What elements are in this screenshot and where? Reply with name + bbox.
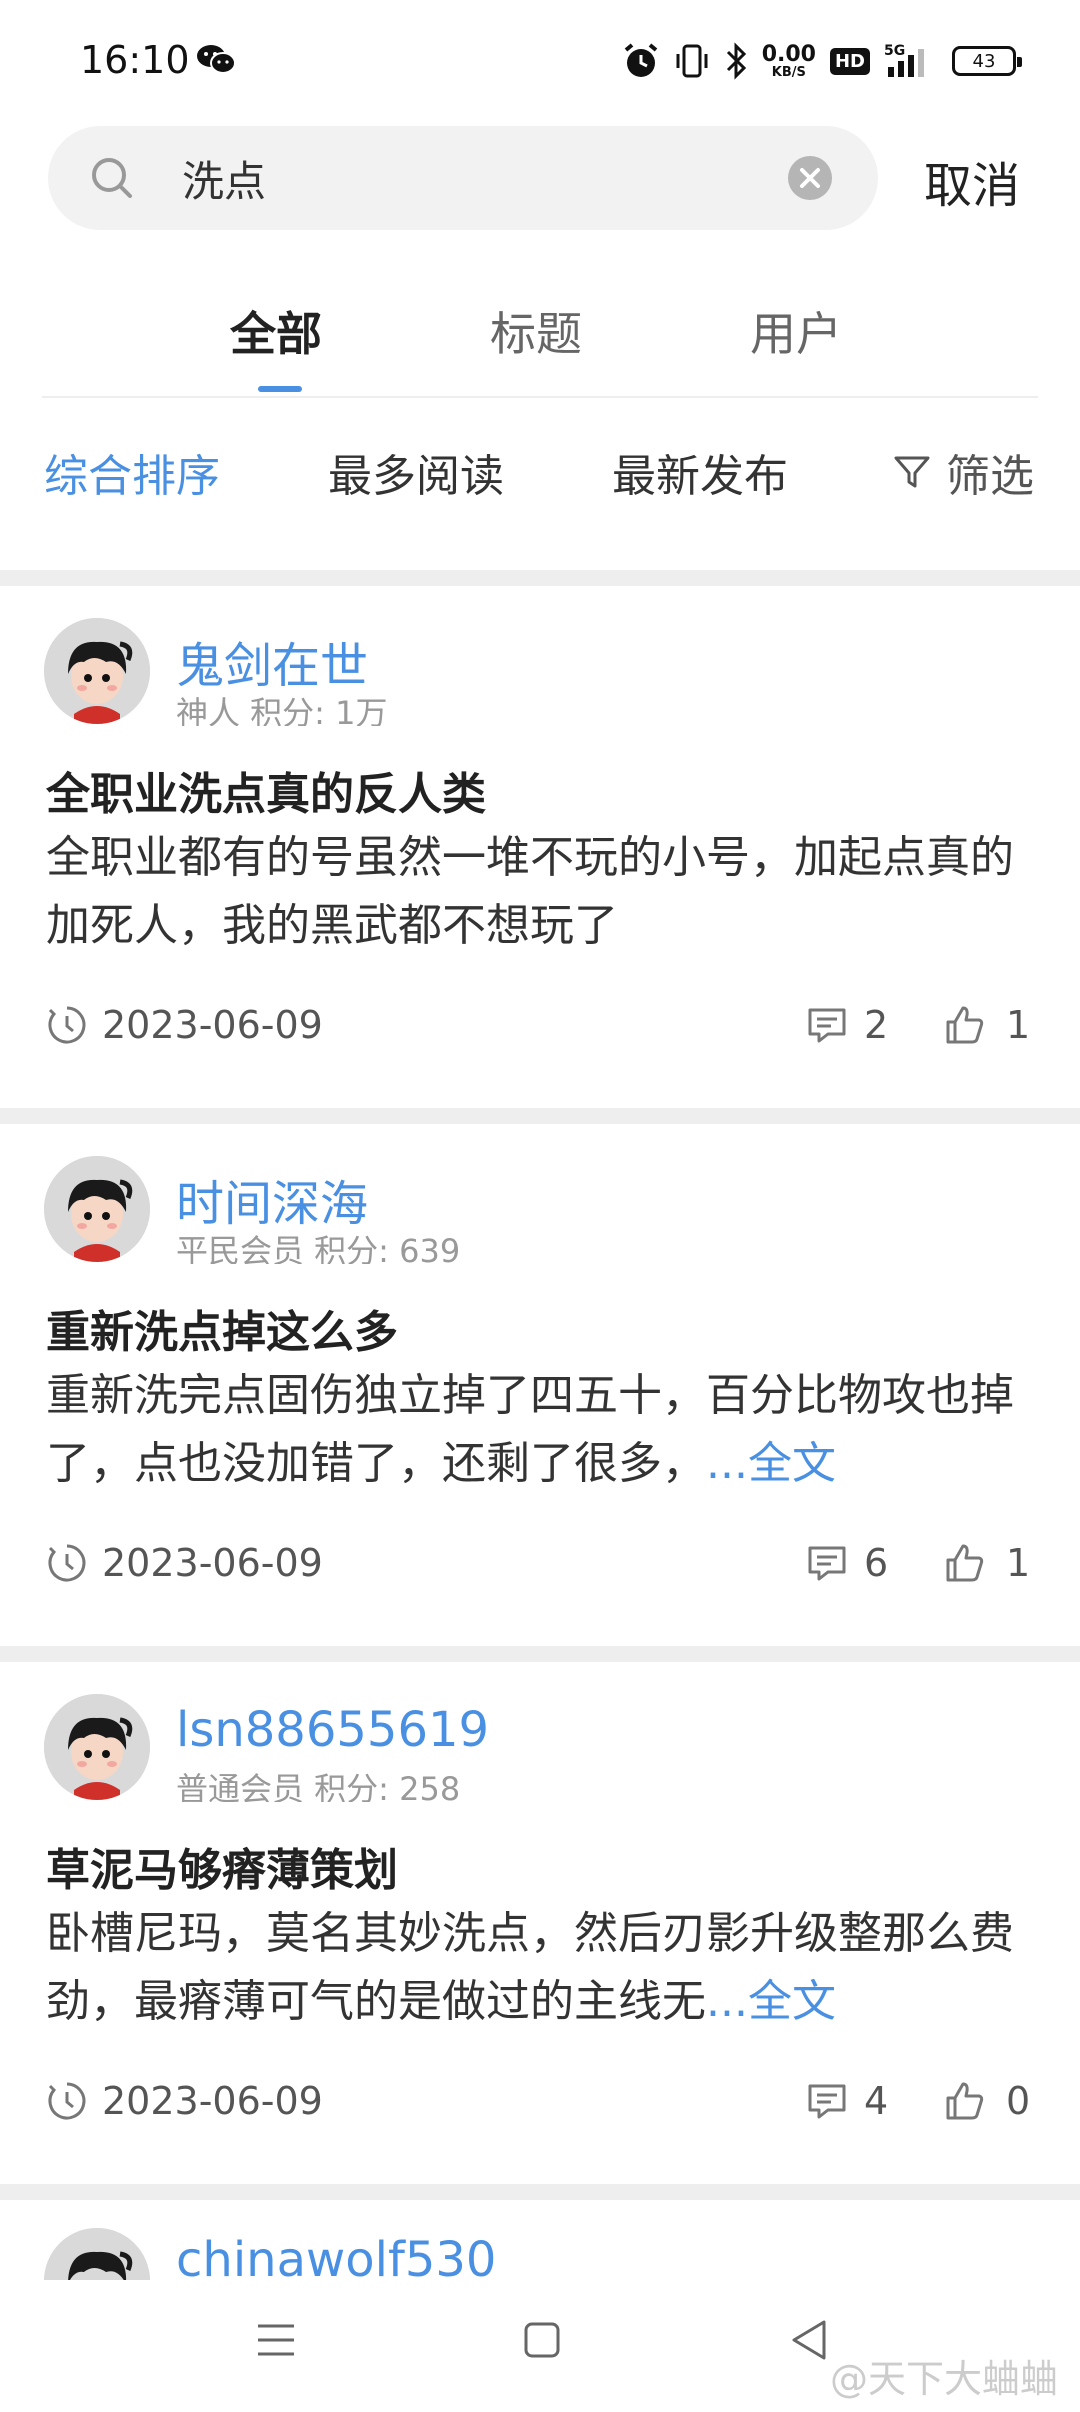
username[interactable]: lsn88655619 — [176, 1702, 489, 1758]
sort-bar: 综合排序 最多阅读 最新发布 筛选 — [0, 440, 1080, 510]
post-date: 2023-06-09 — [46, 1541, 323, 1585]
post-excerpt[interactable]: 全职业都有的号虽然一堆不玩的小号，加起点真的加死人，我的黑武都不想玩了 — [46, 824, 1026, 960]
post-card[interactable]: 时间深海 平民会员 积分: 639 重新洗点掉这么多 重新洗完点固伤独立掉了四五… — [0, 1126, 1080, 1646]
date-text: 2023-06-09 — [102, 1541, 323, 1585]
thumbs-up-icon — [946, 1006, 984, 1044]
username[interactable]: 时间深海 — [176, 1164, 368, 1234]
post-title[interactable]: 重新洗点掉这么多 — [46, 1296, 398, 1360]
comment-number: 4 — [864, 2079, 889, 2123]
thumbs-up-icon — [946, 1544, 984, 1582]
svg-text:5G: 5G — [884, 43, 905, 59]
sort-most-read[interactable]: 最多阅读 — [328, 440, 504, 504]
comment-number: 6 — [864, 1541, 889, 1585]
filter-icon — [894, 456, 930, 488]
avatar[interactable] — [44, 618, 150, 724]
thumbs-up-icon — [946, 2082, 984, 2120]
username[interactable]: 鬼剑在世 — [176, 626, 368, 696]
like-count[interactable]: 0 — [944, 2079, 1030, 2123]
excerpt-text: 重新洗完点固伤独立掉了四五十，百分比物攻也掉了，点也没加错了，还剩了很多， — [46, 1370, 1014, 1489]
comment-number: 2 — [864, 1003, 889, 1047]
read-full-link[interactable]: ...全文 — [706, 1976, 836, 2027]
menu-icon[interactable] — [246, 2310, 306, 2370]
search-icon — [92, 158, 132, 198]
comment-icon — [808, 1008, 846, 1043]
avatar[interactable] — [44, 1156, 150, 1262]
battery-icon: 43 — [952, 46, 1022, 76]
comment-icon — [808, 2084, 846, 2119]
tab-all[interactable]: 全部 — [230, 298, 322, 364]
like-count[interactable]: 1 — [944, 1541, 1030, 1585]
tab-user[interactable]: 用户 — [750, 298, 842, 364]
comment-icon — [808, 1546, 846, 1581]
tab-title[interactable]: 标题 — [490, 298, 582, 364]
clock-icon — [48, 2082, 86, 2120]
filter-button[interactable]: 筛选 — [892, 440, 1034, 504]
post-title[interactable]: 全职业洗点真的反人类 — [46, 758, 486, 822]
comment-count[interactable]: 6 — [806, 1541, 888, 1585]
like-count[interactable]: 1 — [944, 1003, 1030, 1047]
post-excerpt[interactable]: 卧槽尼玛，莫名其妙洗点，然后刃影升级整那么费劲，最瘠薄可气的是做过的主线无...… — [46, 1900, 1026, 2036]
alarm-icon — [624, 43, 657, 77]
signal-icon: 5G — [884, 43, 924, 77]
tab-active-indicator — [258, 386, 302, 392]
user-rank-points: 神人 积分: 1万 — [176, 694, 388, 726]
excerpt-text: 全职业都有的号虽然一堆不玩的小号，加起点真的加死人，我的黑武都不想玩了 — [46, 832, 1014, 951]
username[interactable]: chinawolf530 — [176, 2232, 496, 2280]
sort-comprehensive[interactable]: 综合排序 — [44, 440, 220, 504]
battery-level: 43 — [972, 50, 996, 72]
date-text: 2023-06-09 — [102, 2079, 323, 2123]
section-separator — [0, 2184, 1080, 2200]
post-card[interactable]: lsn88655619 普通会员 积分: 258 草泥马够瘠薄策划 卧槽尼玛，莫… — [0, 1664, 1080, 2184]
filter-label: 筛选 — [946, 451, 1034, 502]
home-icon[interactable] — [512, 2310, 572, 2370]
post-meta: 2023-06-09 6 1 — [46, 1541, 1036, 1591]
post-date: 2023-06-09 — [46, 2079, 323, 2123]
status-bar: 16:10 0.00 KB/S HD 5G 43 — [0, 0, 1080, 120]
post-title[interactable]: 草泥马够瘠薄策划 — [46, 1834, 398, 1898]
bluetooth-icon — [726, 42, 746, 80]
search-input[interactable] — [182, 148, 802, 208]
read-full-link[interactable]: ...全文 — [706, 1438, 836, 1489]
post-card[interactable]: 鬼剑在世 神人 积分: 1万 全职业洗点真的反人类 全职业都有的号虽然一堆不玩的… — [0, 588, 1080, 1108]
cancel-button[interactable]: 取消 — [924, 146, 1020, 216]
like-number: 1 — [1006, 1541, 1031, 1585]
hd-badge: HD — [829, 47, 870, 75]
section-separator — [0, 570, 1080, 586]
clock-icon — [48, 1544, 86, 1582]
clear-icon[interactable] — [786, 154, 834, 202]
like-number: 0 — [1006, 2079, 1031, 2123]
avatar[interactable] — [44, 2228, 150, 2280]
date-text: 2023-06-09 — [102, 1003, 323, 1047]
net-speed: 0.00 KB/S — [761, 41, 816, 80]
status-icons: 0.00 KB/S HD 5G 43 — [622, 38, 1022, 84]
user-rank-points: 普通会员 积分: 258 — [176, 1770, 461, 1802]
excerpt-text: 卧槽尼玛，莫名其妙洗点，然后刃影升级整那么费劲，最瘠薄可气的是做过的主线无 — [46, 1908, 1014, 2027]
status-time: 16:10 — [80, 38, 190, 82]
section-separator — [0, 1646, 1080, 1662]
tab-bar: 全部 标题 用户 — [0, 298, 1080, 398]
post-card[interactable]: chinawolf530 — [0, 2202, 1080, 2280]
post-meta: 2023-06-09 4 0 — [46, 2079, 1036, 2129]
wechat-icon — [197, 45, 236, 74]
divider — [42, 396, 1038, 398]
like-number: 1 — [1006, 1003, 1031, 1047]
user-rank-points: 平民会员 积分: 639 — [176, 1232, 461, 1264]
vibrate-icon — [676, 44, 708, 78]
post-excerpt[interactable]: 重新洗完点固伤独立掉了四五十，百分比物攻也掉了，点也没加错了，还剩了很多，...… — [46, 1362, 1026, 1498]
post-meta: 2023-06-09 2 1 — [46, 1003, 1036, 1053]
sort-newest[interactable]: 最新发布 — [612, 440, 788, 504]
section-separator — [0, 1108, 1080, 1124]
clock-icon — [48, 1006, 86, 1044]
post-date: 2023-06-09 — [46, 1003, 323, 1047]
watermark: @天下大蛐蛐 — [829, 2357, 1058, 2401]
search-bar[interactable] — [48, 126, 878, 230]
avatar[interactable] — [44, 1694, 150, 1800]
comment-count[interactable]: 4 — [806, 2079, 888, 2123]
comment-count[interactable]: 2 — [806, 1003, 888, 1047]
